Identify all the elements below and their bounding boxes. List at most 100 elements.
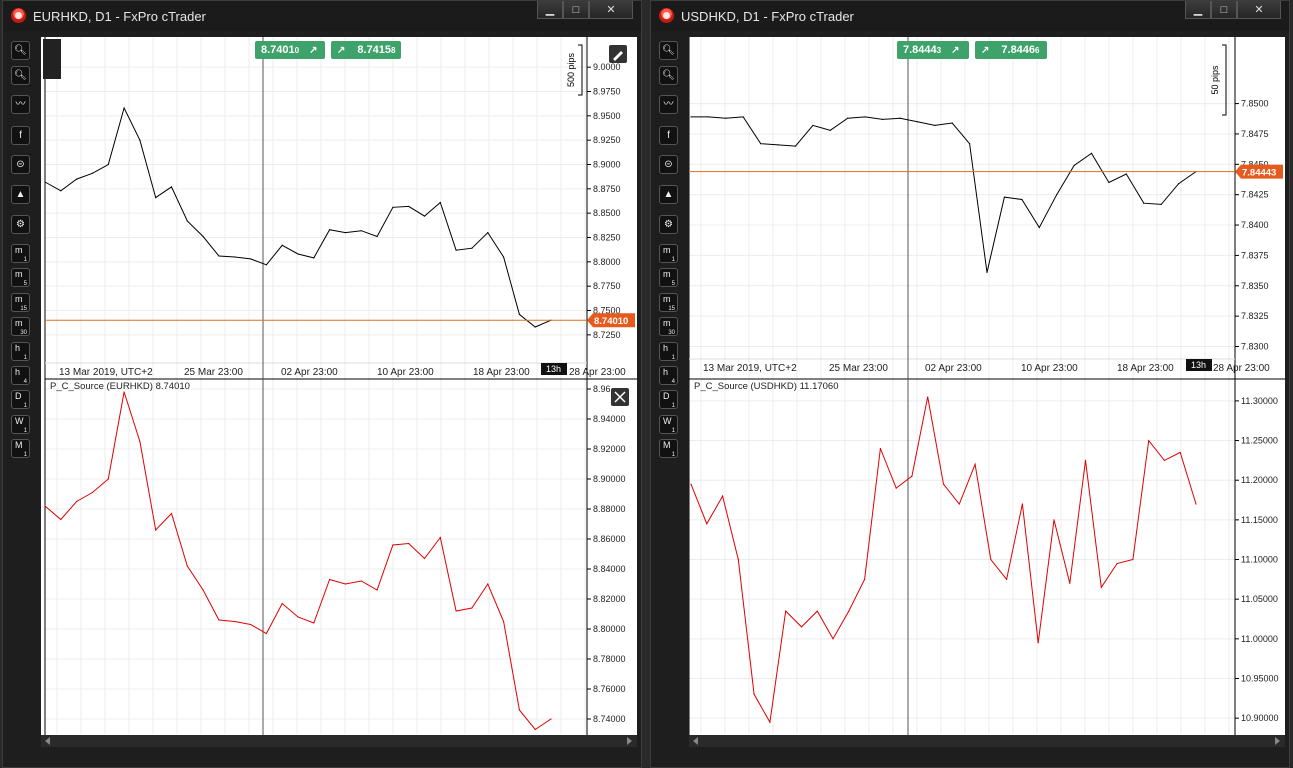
price-point (1090, 152, 1093, 154)
date-axis-label: 02 Apr 23:00 (281, 367, 338, 378)
title-bar[interactable]: USDHKD, D1 - FxPro cTrader ▁ □ ✕ (651, 1, 1289, 31)
bid-quote-box[interactable]: 8.74010 ↗ (255, 41, 325, 59)
minimize-button[interactable]: ▁ (537, 1, 563, 19)
indicator-point (76, 500, 78, 503)
timeframe-button[interactable]: m 15 (11, 292, 30, 312)
price-point (265, 264, 267, 266)
price-point (864, 116, 866, 118)
minimize-button[interactable]: ▁ (1185, 1, 1211, 19)
timeframe-button[interactable]: m1 (659, 244, 678, 263)
timeframe-button[interactable]: m5 (11, 268, 30, 288)
ask-quote-box[interactable]: ↗ 8.74158 (331, 41, 401, 59)
zoom-in-icon[interactable]: 🔍︎ (659, 41, 678, 60)
timeframe-letter: m (663, 318, 671, 329)
title-bar[interactable]: EURHKD, D1 - FxPro cTrader ▁ □ ✕ (3, 1, 641, 31)
chart-window-usdhkd[interactable]: USDHKD, D1 - FxPro cTrader ▁ □ ✕ 🔍︎ 🔍︎ 〰 f ⊝… (650, 0, 1290, 768)
timeframe-button[interactable]: D1 (11, 390, 30, 410)
timeframe-button[interactable]: W1 (659, 414, 678, 434)
chart-settings-icon[interactable]: ⚙ (659, 215, 678, 234)
chart-area[interactable]: 7.8500 7.8475 7.8450 7.8425 7.8400 7.8375 7.83… (688, 37, 1285, 747)
timeframe-letter: W (15, 415, 24, 426)
facebook-icon[interactable]: f (659, 126, 678, 145)
price-point (518, 313, 520, 315)
date-axis-label: 13 Mar 2019, UTC+2 (59, 367, 153, 378)
indicator-point (990, 558, 992, 561)
indicator-point (1006, 578, 1008, 580)
indicator-point (344, 583, 347, 585)
price-axis-label: 8.9000 (593, 160, 621, 170)
timeframe-button[interactable]: D1 (659, 390, 678, 410)
chart-settings-icon[interactable]: ⚙ (11, 215, 30, 234)
timeframe-button[interactable]: m5 (659, 268, 678, 288)
link-icon[interactable]: ⊝ (11, 155, 30, 174)
price-point (1160, 203, 1162, 205)
price-point (1125, 173, 1127, 175)
timeframe-button[interactable]: m1 (11, 244, 30, 263)
zoom-out-icon[interactable]: 🔍︎ (11, 66, 30, 85)
timeframe-letter: D (15, 391, 22, 402)
line-chart-icon[interactable]: 〰 (659, 95, 678, 114)
timeframe-button[interactable]: M1 (659, 439, 678, 459)
timeframe-button[interactable]: h4 (11, 366, 30, 385)
indicator-axis-label: 8.82000 (593, 594, 626, 604)
indicator-axis-label: 8.92000 (593, 444, 626, 454)
price-point (794, 145, 797, 147)
indicator-point (329, 578, 331, 581)
indicator-axis-label: 8.74000 (593, 714, 626, 724)
price-axis-label: 7.8375 (1241, 250, 1269, 260)
close-button[interactable]: ✕ (1237, 1, 1281, 19)
indicator-point (832, 638, 834, 640)
facebook-icon[interactable]: f (11, 126, 30, 145)
timeframe-button[interactable]: m 15 (659, 292, 678, 312)
chart-canvas[interactable]: 7.85007.84757.84507.84257.84007.83757.83… (688, 37, 1285, 747)
indicator-point (1021, 503, 1024, 505)
indicator-point (360, 580, 362, 582)
timeframe-button[interactable]: m 30 (659, 317, 678, 337)
indicator-point (1179, 451, 1181, 454)
chart-canvas[interactable]: 9.0000 8.9750 8.9500 8.9250 8.9000 8.8750 8.85… (41, 37, 637, 747)
indicator-point (895, 487, 897, 489)
timeframe-button[interactable]: h1 (659, 341, 678, 361)
chart-window-eurhkd[interactable]: EURHKD, D1 - FxPro cTrader ▁ □ ✕ 🔍︎ 🔍︎ 〰 f ⊝… (2, 0, 642, 768)
bid-quote-box[interactable]: 7.84443 ↗ (897, 41, 969, 59)
timeframe-button[interactable]: W1 (11, 414, 30, 434)
date-axis-label: 18 Apr 23:00 (1117, 363, 1174, 374)
close-button[interactable]: ✕ (589, 1, 633, 19)
indicator-point (1053, 519, 1055, 521)
person-icon[interactable]: ▲ (11, 185, 30, 204)
price-point (360, 230, 362, 232)
indicator-point (234, 620, 236, 623)
price-axis-label: 8.7250 (593, 330, 621, 340)
maximize-button[interactable]: □ (563, 1, 589, 19)
indicator-point (107, 478, 109, 480)
indicator-axis-label: 11.25000 (1241, 436, 1278, 446)
ask-quote-box[interactable]: ↗ 7.84466 (975, 41, 1047, 59)
timeframe-button[interactable]: h1 (11, 341, 30, 361)
maximize-button[interactable]: □ (1211, 1, 1237, 19)
chart-area[interactable]: 9.0000 8.9750 8.9500 8.9250 8.9000 8.8750 8.85… (41, 37, 637, 747)
link-icon[interactable]: ⊝ (659, 155, 678, 174)
zoom-in-icon[interactable]: 🔍︎ (11, 41, 30, 60)
person-icon[interactable]: ▲ (659, 185, 678, 204)
price-point (534, 326, 536, 328)
timeframe-number: 1 (671, 452, 675, 459)
indicator-point (408, 542, 410, 545)
bid-quote-pipette: 3 (936, 46, 942, 55)
indicator-point (1069, 582, 1071, 584)
indicator-point (753, 693, 755, 695)
price-point (471, 247, 473, 249)
price-axis-label: 8.9250 (593, 135, 621, 145)
timeframe-button[interactable]: M1 (11, 439, 30, 459)
timeframe-letter: m (15, 293, 23, 304)
price-axis-label: 7.8425 (1241, 190, 1269, 200)
price-point (829, 129, 831, 131)
price-point (107, 163, 109, 166)
zoom-out-icon[interactable]: 🔍︎ (659, 66, 678, 85)
timeframe-number: 1 (23, 427, 27, 434)
timeframe-button[interactable]: m 30 (11, 317, 30, 337)
price-axis-label: 8.8000 (593, 257, 621, 267)
line-chart-icon[interactable]: 〰 (11, 95, 30, 114)
timeframe-number: 15 (668, 305, 675, 312)
indicator-point (170, 512, 173, 515)
timeframe-button[interactable]: h4 (659, 366, 678, 385)
